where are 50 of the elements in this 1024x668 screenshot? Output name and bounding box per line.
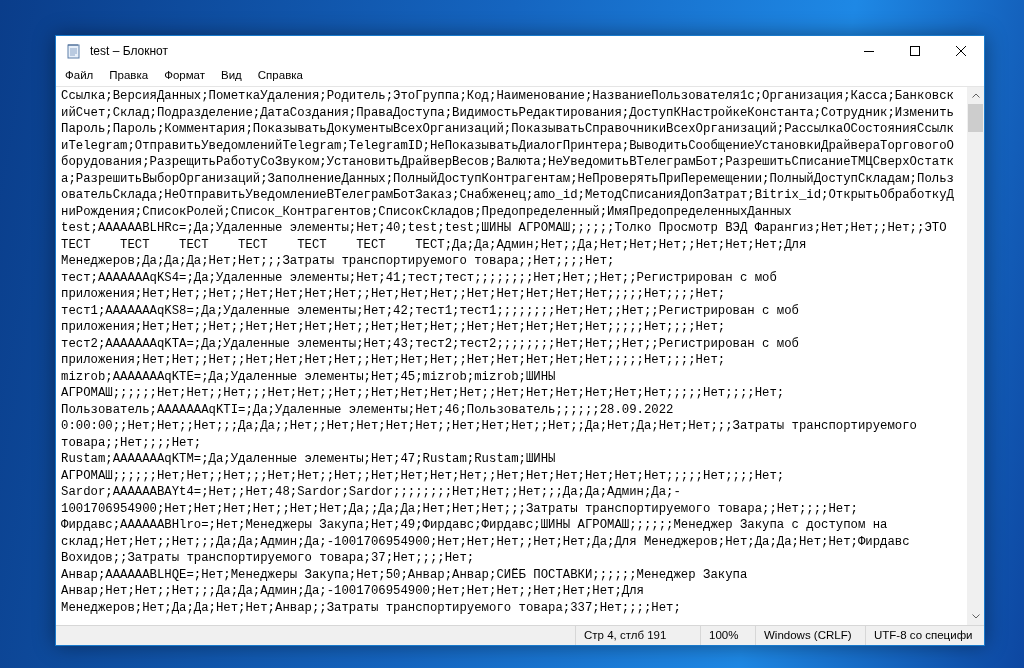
text-line: Пользователь;AAAAAAAqKTI=;Да;Удаленные элементы;Нет;46;Пользователь;;;;;;28.09.2022 [61, 401, 674, 418]
text-line: Анвар;Нет;Нет;;Нет;;;Да;Да;Админ;Да;-1001706954900;Нет;Нет;Нет;;Нет;Нет;Нет;Для [61, 583, 644, 600]
text-line: иTelegram;ОтправитьУведомленийTelegram;TelegramID;НеПоказыватьДиалогПринтера;ВыводитьСообщениеУстановкиДрайвераТорговогоО [61, 137, 954, 154]
menu-item[interactable]: Справка [249, 67, 311, 85]
menu-item[interactable]: Файл [57, 67, 102, 85]
text-line: Менеджеров;Нет;Да;Да;Нет;Нет;Анвар;;Затраты транспортируемого товара;337;Нет;;;;Нет; [61, 599, 681, 616]
text-line: mizrob;AAAAAAAqKTE=;Да;Удаленные элементы;Нет;45;mizrob;mizrob;ШИНЫ [61, 368, 556, 385]
text-line: Фирдавс;AAAAAABHlro=;Нет;Менеджеры Закупа;Нет;49;Фирдавс;Фирдавс;ШИНЫ АГРОМАШ;;;;;;Менеджер Закупа с доступом на [61, 517, 888, 534]
text-line: Sardor;AAAAAABAYt4=;Нет;;Нет;48;Sardor;Sardor;;;;;;;;Нет;Нет;;Нет;;;Да;Да;Админ;Да;- [61, 484, 681, 501]
minimize-icon [864, 50, 874, 52]
text-line: 0:00:00;;Нет;Нет;;Нет;;;Да;Да;;Нет;;Нет;Нет;Нет;Нет;;Нет;Нет;Нет;;Нет;;Да;Нет;Да;Нет;Нет;;;Затраты транспортируемого [61, 418, 917, 435]
text-line: Вохидов;;Затраты транспортируемого товара;37;Нет;;;;Нет; [61, 550, 475, 567]
text-line: ниРождения;СписокРолей;Список_Контрагентов;СписокСкладов;Предопределенный;ИмяПредопределенныхДанных [61, 203, 792, 220]
text-line: АГРОМАШ;;;;;;Нет;Нет;;Нет;;;Нет;Нет;;Нет;;Нет;Нет;Нет;Нет;;Нет;Нет;Нет;Нет;Нет;Нет;;;;;Нет;;;;Нет; [61, 467, 785, 484]
text-line: ТЕСТ ТЕСТ ТЕСТ ТЕСТ ТЕСТ ТЕСТ ТЕСТ;Да;Да;Админ;Нет;;Да;Нет;Нет;Нет;;Нет;Нет;Нет;Для [61, 236, 807, 253]
text-line: приложения;Нет;Нет;;Нет;;Нет;Нет;Нет;Нет;;Нет;Нет;Нет;;Нет;Нет;Нет;Нет;Нет;;;;;Нет;;;;Нет; [61, 286, 726, 303]
text-line: тест2;AAAAAAAqKTA=;Да;Удаленные элементы;Нет;43;тест2;тест2;;;;;;;;Нет;Нет;;Нет;;Регистрирован с моб [61, 335, 799, 352]
text-line: Пароль;Пароль;Комментария;ПоказыватьДокументыВсехОрганизаций;ПоказыватьСправочникиВсехОрганизаций;РассылкаОСостоянияСсылк [61, 121, 954, 138]
text-line: борудования;РазрещитьРаботуСоЗвуком;УстановитьДрайверВесов;Валюта;НеУведомитьВТелеграмБот;РазрешитьСписаниеТМЦСверхОстатк [61, 154, 954, 171]
window-title: test – Блокнот [90, 43, 169, 60]
status-text: Стр 4, стлб 191 [575, 626, 700, 645]
scrollbar[interactable] [967, 87, 984, 625]
text-line: приложения;Нет;Нет;;Нет;;Нет;Нет;Нет;Нет;;Нет;Нет;Нет;;Нет;Нет;Нет;Нет;Нет;;;;;Нет;;;;Нет; [61, 352, 726, 369]
text-line: 1001706954900;Нет;Нет;Нет;Нет;;Нет;Нет;Да;;Да;Да;Нет;Нет;Нет;;;Затраты транспортируемого товара;;Нет;;;;Нет; [61, 500, 858, 517]
menu-item[interactable]: Формат [156, 67, 213, 85]
text-line: склад;Нет;Нет;;Нет;;;Да;Да;Админ;Да;-1001706954900;Нет;Нет;Нет;;Нет;Нет;Да;Для Менеджеров;Нет;Да;Да;Нет;Нет;Фирдавс [61, 533, 910, 550]
status-text: 100% [700, 626, 755, 645]
text-line: Менеджеров;Да;Да;Да;Нет;Нет;;;Затраты транспортируемого товара;;Нет;;;;Нет; [61, 253, 615, 270]
text-line: АГРОМАШ;;;;;;Нет;Нет;;Нет;;;Нет;Нет;;Нет;;Нет;Нет;Нет;Нет;;Нет;Нет;Нет;Нет;Нет;Нет;;;;;Нет;;;;Нет; [61, 385, 785, 402]
status-text: Windows (CRLF) [755, 626, 865, 645]
close-icon [956, 46, 966, 56]
text-line: тест1;AAAAAAAqKS8=;Да;Удаленные элементы;Нет;42;тест1;тест1;;;;;;;;Нет;Нет;;Нет;;Регистрирован с моб [61, 302, 799, 319]
maximize-icon [910, 46, 920, 56]
text-line: товара;;Нет;;;;Нет; [61, 434, 202, 451]
text-line: а;РазрешитьВыборОрганизаций;ЗаполнениеДанных;ПолныйДоступКонтрагентам;НеПроверятьПриПеремещении;ПолныйДоступСкладам;Польз [61, 170, 954, 187]
scroll-down-icon[interactable] [971, 614, 980, 619]
text-line: Анвар;AAAAAABLHQE=;Нет;Менеджеры Закупа;Нет;50;Анвар;Анвар;СИЁБ ПОСТАВКИ;;;;;;Менеджер Закупа [61, 566, 748, 583]
text-line: test;AAAAAABLHRc=;Да;Удаленные элементы;Нет;40;test;test;ШИНЫ АГРОМАШ;;;;;;Толко Просмотр ВЭД Фарангиз;Нет;Нет;;Нет;;ЭТО [61, 220, 947, 237]
text-line: овательСклада;НеОтправитьУведомлениеВТелеграмБотЗаказ;Снабженец;amo_id;МетодСписанияДопЗатрат;Bitrix_id;ОткрытьОбработкуД [61, 187, 954, 204]
status-text: UTF-8 со специфи [865, 626, 980, 645]
text-line: Rustam;AAAAAAAqKTM=;Да;Удаленные элементы;Нет;47;Rustam;Rustam;ШИНЫ [61, 451, 556, 468]
scroll-thumb[interactable] [968, 104, 983, 132]
menu-item[interactable]: Вид [213, 67, 250, 85]
text-line: ийСчет;Склад;Подразделение;ДатаСоздания;ПраваДоступа;ВидимостьРедактирования;ДоступКНастройкеКонстанта;Сотрудник;Изменить [61, 104, 954, 121]
text-line: Ссылка;ВерсияДанных;ПометкаУдаления;Родитель;ЭтоГруппа;Код;Наименование;НазваниеПользователя1с;Организация;Касса;Банковск [61, 88, 954, 105]
text-line: приложения;Нет;Нет;;Нет;;Нет;Нет;Нет;Нет;;Нет;Нет;Нет;;Нет;Нет;Нет;Нет;Нет;;;;;Нет;;;;Нет; [61, 319, 726, 336]
notepad-icon [66, 43, 82, 59]
scroll-up-icon[interactable] [971, 93, 980, 98]
text-line: тест;AAAAAAAqKS4=;Да;Удаленные элементы;Нет;41;тест;тест;;;;;;;;Нет;Нет;;Нет;;Регистрирован с моб [61, 269, 777, 286]
menu-item[interactable]: Правка [101, 67, 157, 85]
